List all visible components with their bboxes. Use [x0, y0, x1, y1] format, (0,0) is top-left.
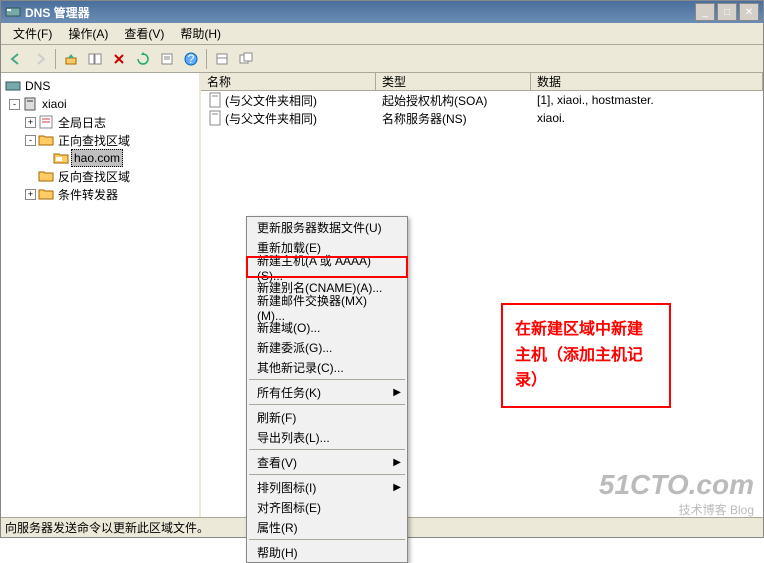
record-icon: [207, 110, 223, 126]
collapse-icon[interactable]: -: [9, 99, 20, 110]
tree-hao-com[interactable]: hao.com: [1, 149, 199, 167]
cm-export-list[interactable]: 导出列表(L)...: [247, 427, 407, 447]
annotation-box: 在新建区域中新建主机（添加主机记录）: [501, 303, 671, 408]
col-data[interactable]: 数据: [531, 73, 763, 90]
log-icon: [38, 114, 54, 130]
dns-manager-window: DNS 管理器 _ □ ✕ 文件(F) 操作(A) 查看(V) 帮助(H) ?: [0, 0, 764, 538]
menu-separator: [249, 539, 405, 540]
server-icon: [22, 96, 38, 112]
cm-update-server[interactable]: 更新服务器数据文件(U): [247, 217, 407, 237]
minimize-button[interactable]: _: [695, 3, 715, 21]
record-icon: [207, 92, 223, 108]
menu-help[interactable]: 帮助(H): [172, 23, 229, 44]
maximize-button[interactable]: □: [717, 3, 737, 21]
cm-help[interactable]: 帮助(H): [247, 542, 407, 562]
forward-button[interactable]: [29, 48, 51, 70]
folder-icon: [38, 132, 54, 148]
menu-view[interactable]: 查看(V): [116, 23, 172, 44]
menu-separator: [249, 474, 405, 475]
close-button[interactable]: ✕: [739, 3, 759, 21]
cm-new-delegation[interactable]: 新建委派(G)...: [247, 337, 407, 357]
submenu-arrow-icon: ▶: [393, 482, 401, 493]
svg-text:?: ?: [188, 52, 195, 66]
submenu-arrow-icon: ▶: [393, 457, 401, 468]
list-header: 名称 类型 数据: [201, 73, 763, 91]
zone-icon: [53, 150, 69, 166]
help-button[interactable]: ?: [180, 48, 202, 70]
folder-icon: [38, 186, 54, 202]
cm-properties[interactable]: 属性(R): [247, 517, 407, 537]
expand-icon[interactable]: +: [25, 189, 36, 200]
expand-icon[interactable]: +: [25, 117, 36, 128]
cm-refresh[interactable]: 刷新(F): [247, 407, 407, 427]
collapse-icon[interactable]: -: [25, 135, 36, 146]
list-body: (与父文件夹相同) 起始授权机构(SOA) [1], xiaoi., hostm…: [201, 91, 763, 127]
cm-new-mx[interactable]: 新建邮件交换器(MX)(M)...: [247, 297, 407, 317]
tree-pane[interactable]: DNS - xiaoi + 全局日志 - 正向查找区域 hao.com: [1, 73, 201, 517]
col-name[interactable]: 名称: [201, 73, 376, 90]
window-title: DNS 管理器: [25, 4, 695, 21]
menu-file[interactable]: 文件(F): [5, 23, 60, 44]
tree-forward-zone[interactable]: - 正向查找区域: [1, 131, 199, 149]
cm-other-new[interactable]: 其他新记录(C)...: [247, 357, 407, 377]
menu-separator: [249, 379, 405, 380]
cm-view[interactable]: 查看(V)▶: [247, 452, 407, 472]
cm-new-domain[interactable]: 新建域(O)...: [247, 317, 407, 337]
menu-separator: [249, 404, 405, 405]
tree-conditional-forwarders[interactable]: + 条件转发器: [1, 185, 199, 203]
export-button[interactable]: [156, 48, 178, 70]
menubar: 文件(F) 操作(A) 查看(V) 帮助(H): [1, 23, 763, 45]
refresh-button[interactable]: [132, 48, 154, 70]
col-type[interactable]: 类型: [376, 73, 531, 90]
cm-new-host[interactable]: 新建主机(A 或 AAAA)(S)...: [247, 257, 407, 277]
tree-root-dns[interactable]: DNS: [1, 77, 199, 95]
list-row[interactable]: (与父文件夹相同) 起始授权机构(SOA) [1], xiaoi., hostm…: [201, 91, 763, 109]
filter-button[interactable]: [211, 48, 233, 70]
menu-action[interactable]: 操作(A): [60, 23, 116, 44]
cm-align-icons[interactable]: 对齐图标(E): [247, 497, 407, 517]
menu-separator: [249, 449, 405, 450]
cm-arrange-icons[interactable]: 排列图标(I)▶: [247, 477, 407, 497]
toolbar: ?: [1, 45, 763, 73]
context-menu: 更新服务器数据文件(U) 重新加载(E) 新建主机(A 或 AAAA)(S)..…: [246, 216, 408, 563]
delete-button[interactable]: [108, 48, 130, 70]
titlebar: DNS 管理器 _ □ ✕: [1, 1, 763, 23]
up-button[interactable]: [60, 48, 82, 70]
submenu-arrow-icon: ▶: [393, 387, 401, 398]
tree-reverse-zone[interactable]: 反向查找区域: [1, 167, 199, 185]
body-area: DNS - xiaoi + 全局日志 - 正向查找区域 hao.com: [1, 73, 763, 517]
folder-icon: [38, 168, 54, 184]
app-icon: [5, 4, 21, 20]
dns-icon: [5, 78, 21, 94]
cm-all-tasks[interactable]: 所有任务(K)▶: [247, 382, 407, 402]
tree-global-log[interactable]: + 全局日志: [1, 113, 199, 131]
back-button[interactable]: [5, 48, 27, 70]
status-text: 向服务器发送命令以更新此区域文件。: [5, 519, 209, 536]
tree-server[interactable]: - xiaoi: [1, 95, 199, 113]
find-button[interactable]: [235, 48, 257, 70]
show-hide-tree-button[interactable]: [84, 48, 106, 70]
list-row[interactable]: (与父文件夹相同) 名称服务器(NS) xiaoi.: [201, 109, 763, 127]
